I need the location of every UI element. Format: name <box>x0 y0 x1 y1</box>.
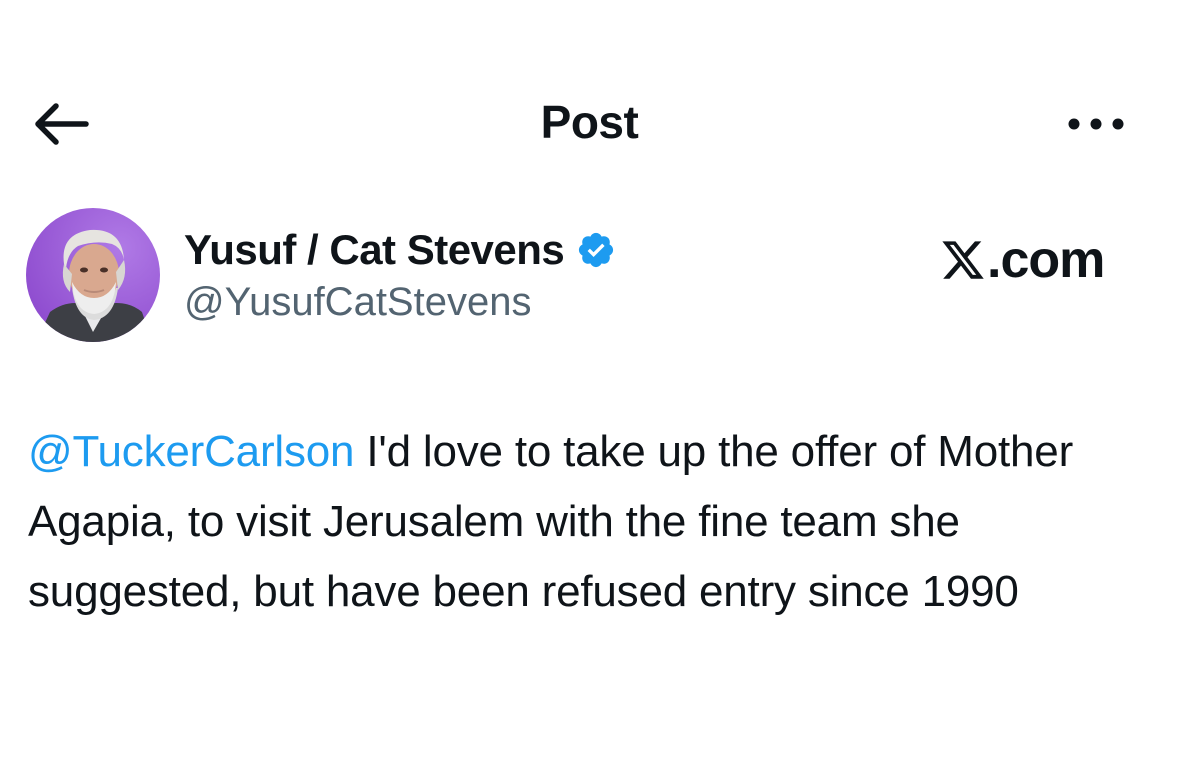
more-options-button[interactable] <box>1062 104 1130 144</box>
watermark: .com <box>940 231 1105 289</box>
display-name-row[interactable]: Yusuf / Cat Stevens <box>184 224 616 276</box>
author-handle[interactable]: @YusufCatStevens <box>184 276 531 328</box>
post-author-header: Yusuf / Cat Stevens @YusufCatStevens .co… <box>0 200 1179 360</box>
x-logo-icon <box>942 241 984 279</box>
mention-link[interactable]: @TuckerCarlson <box>28 427 355 476</box>
more-horizontal-icon <box>1068 118 1124 130</box>
post-text: @TuckerCarlson I'd love to take up the o… <box>28 417 1158 627</box>
page-title: Post <box>540 96 639 148</box>
top-bar: Post <box>0 0 1179 200</box>
watermark-text: .com <box>987 231 1105 289</box>
display-name: Yusuf / Cat Stevens <box>184 226 565 273</box>
verified-badge-icon <box>579 232 614 268</box>
avatar[interactable] <box>26 208 160 342</box>
